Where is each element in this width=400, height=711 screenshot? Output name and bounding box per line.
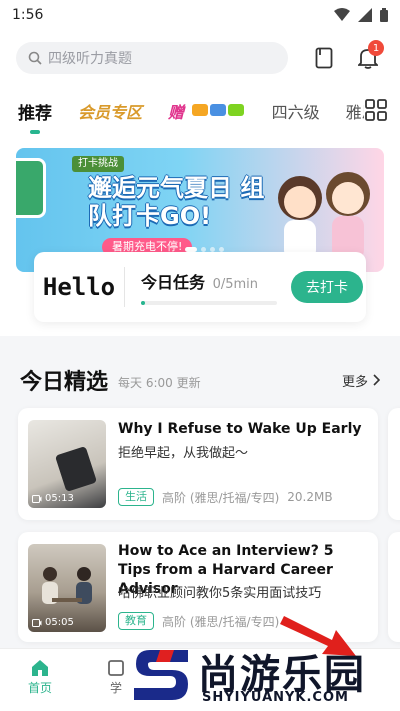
category-tabs: 推荐 会员专区 赠 四六级 雅思 [0, 86, 400, 136]
phone-illustration [16, 158, 46, 218]
checkin-button[interactable]: 去打卡 [291, 271, 363, 303]
signal-icon [358, 8, 372, 22]
item-translation: 拒绝早起，从我做起～ [118, 446, 249, 461]
status-icons [334, 8, 388, 22]
task-title-label: 今日任务 [141, 273, 206, 292]
item-meta: 教育 高阶 (雅思/托福/专四) [118, 612, 279, 630]
status-bar: 1:56 [0, 0, 400, 30]
video-icon [32, 618, 42, 627]
search-placeholder: 四级听力真题 [48, 51, 132, 67]
section-subtitle: 每天 6:00 更新 [118, 375, 201, 390]
phone-image [55, 447, 97, 491]
watermark-url: SHYIYUANYK.COM [202, 690, 349, 705]
study-icon [108, 660, 124, 676]
item-duration: 05:05 [32, 617, 74, 628]
task-title: 今日任务 0/5min [141, 269, 277, 293]
tab-member-zone[interactable]: 会员专区 [78, 99, 142, 123]
notification-badge: 1 [368, 40, 384, 56]
item-meta: 生活 高阶 (雅思/托福/专四) 20.2MB [118, 488, 333, 506]
battery-icon [380, 8, 388, 22]
all-categories-button[interactable] [364, 98, 390, 124]
grid-icon [365, 99, 387, 121]
greeting: Hello [42, 273, 116, 301]
notebook-button[interactable] [310, 44, 338, 72]
gift-badges-icon [191, 104, 244, 116]
watermark-s-icon [134, 650, 188, 700]
chevron-right-icon [373, 374, 380, 386]
item-duration-text: 05:13 [45, 493, 74, 504]
item-thumbnail: 05:05 [28, 544, 106, 632]
notebook-icon [315, 47, 333, 69]
daily-task-card: Hello 今日任务 0/5min 去打卡 [34, 252, 366, 322]
banner-tag: 打卡挑战 [72, 156, 124, 172]
item-title: Why I Refuse to Wake Up Early [118, 421, 362, 437]
more-label: 更多 [341, 374, 368, 390]
header: 四级听力真题 1 [0, 30, 400, 86]
wifi-icon [334, 8, 350, 21]
task-block: 今日任务 0/5min [125, 269, 277, 305]
notification-button[interactable]: 1 [354, 40, 384, 72]
item-tag: 生活 [118, 488, 154, 506]
tab-recommended[interactable]: 推荐 [18, 99, 52, 134]
task-progress-fill [141, 301, 146, 305]
search-icon [28, 51, 42, 65]
interview-image [42, 567, 92, 604]
status-time: 1:56 [12, 7, 44, 23]
daily-picks-header: 今日精选 每天 6:00 更新 更多 [0, 352, 400, 408]
item-size: 20.2MB [287, 490, 333, 504]
item-duration-text: 05:05 [45, 617, 74, 628]
banner-title: 邂逅元气夏日 组队打卡GO! [88, 174, 265, 230]
section-title: 今日精选 [20, 370, 109, 395]
task-progress-bar [141, 301, 277, 305]
tabbar-home[interactable]: 首页 [10, 657, 70, 696]
list-item-peek [388, 532, 400, 642]
more-link[interactable]: 更多 [342, 371, 380, 390]
tab-cet[interactable]: 四六级 [272, 99, 320, 123]
list-item-peek [388, 408, 400, 520]
tab-gift-label: 赠 [168, 103, 185, 122]
item-level: 高阶 (雅思/托福/专四) [162, 614, 280, 629]
tabbar-home-label: 首页 [27, 681, 52, 695]
home-icon [32, 660, 48, 676]
item-translation: 哈佛职业顾问教你5条实用面试技巧 [118, 586, 322, 601]
search-input[interactable]: 四级听力真题 [16, 42, 288, 74]
characters-illustration [278, 172, 370, 260]
item-thumbnail: 05:13 [28, 420, 106, 508]
item-duration: 05:13 [32, 493, 74, 504]
watermark-logo: 尚游乐园 SHYIYUANYK.COM [130, 616, 400, 711]
item-tag: 教育 [118, 612, 154, 630]
list-item[interactable]: 05:13 Why I Refuse to Wake Up Early 拒绝早起… [18, 408, 378, 520]
task-progress-text: 0/5min [212, 277, 259, 292]
video-icon [32, 494, 42, 503]
item-level: 高阶 (雅思/托福/专四) [162, 490, 280, 505]
tabbar-study-label: 学 [109, 681, 122, 695]
tab-gift[interactable]: 赠 [168, 99, 246, 123]
